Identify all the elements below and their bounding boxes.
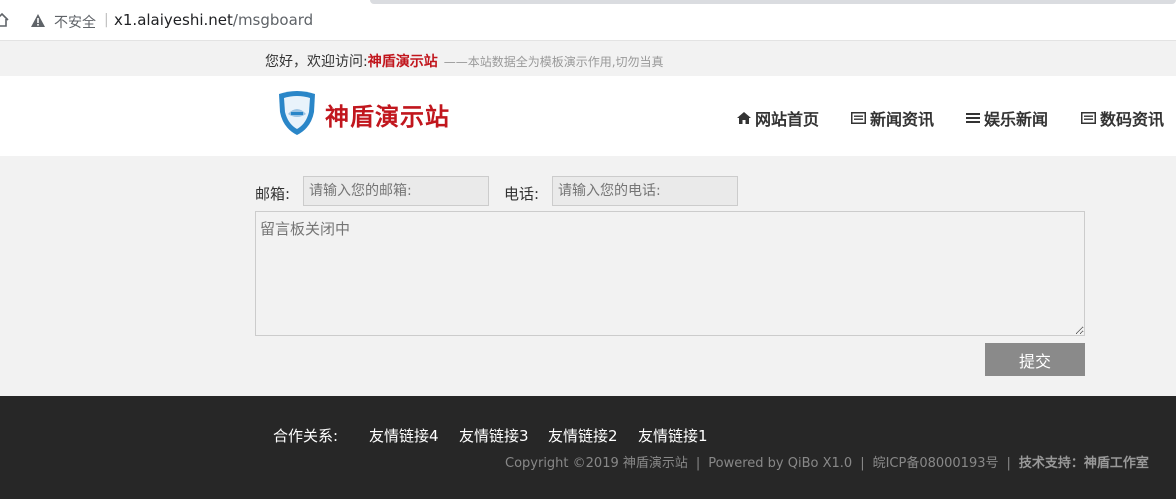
home-icon (737, 112, 751, 124)
message-textarea[interactable] (255, 211, 1085, 336)
list-icon (1081, 112, 1096, 124)
nav-item-label: 网站首页 (755, 110, 820, 129)
phone-input[interactable] (552, 176, 738, 206)
nav-item-label: 新闻资讯 (870, 110, 935, 129)
list-icon (851, 112, 866, 124)
url-path: /msgboard (232, 11, 314, 29)
footer-separator: | (695, 456, 701, 471)
copyright-line: Copyright ©2019 神盾演示站 | Powered by QiBo X1… (505, 452, 1149, 471)
site-footer: 合作关系: 友情链接4 友情链接3 友情链接2 友情链接1 Copyright … (0, 396, 1176, 499)
friend-link[interactable]: 友情链接2 (548, 425, 618, 446)
logo-text[interactable]: 神盾演示站 (325, 97, 450, 132)
browser-address-bar: 不安全 | x1.alaiyeshi.net/msgboard (0, 0, 1176, 41)
browser-tab-strip (370, 0, 1176, 4)
site-header: 神盾演示站 网站首页 新闻资讯 娱乐新闻 数码资讯 (0, 76, 1176, 156)
footer-separator: | (1006, 456, 1011, 471)
email-input[interactable] (303, 176, 489, 206)
nav-item-entertainment[interactable]: 娱乐新闻 (966, 106, 1048, 130)
tech-support-text: 技术支持：神盾工作室 (1018, 456, 1149, 471)
copyright-text: Copyright ©2019 神盾演示站 (505, 456, 688, 471)
welcome-bar: 您好，欢迎访问:神盾演示站 ——本站数据全为模板演示作用,切勿当真 (0, 41, 1176, 76)
menu-icon (966, 113, 980, 123)
home-icon[interactable] (0, 12, 10, 28)
url-field[interactable]: x1.alaiyeshi.net/msgboard (114, 11, 313, 29)
powered-by-text[interactable]: Powered by QiBo X1.0 (708, 456, 852, 471)
insecure-label[interactable]: 不安全 (54, 12, 96, 32)
nav-item-digital[interactable]: 数码资讯 (1081, 106, 1164, 130)
nav-item-label: 娱乐新闻 (984, 110, 1049, 129)
nav-item-label: 数码资讯 (1100, 110, 1165, 129)
icp-text[interactable]: 皖ICP备08000193号 (873, 456, 999, 471)
nav-item-home[interactable]: 网站首页 (737, 106, 819, 130)
url-host: x1.alaiyeshi.net (114, 11, 233, 29)
footer-separator: | (860, 456, 865, 471)
nav-item-news[interactable]: 新闻资讯 (851, 106, 934, 130)
friend-link[interactable]: 友情链接3 (459, 425, 529, 446)
shield-logo-icon[interactable] (277, 90, 317, 136)
url-separator: | (104, 12, 109, 28)
welcome-site-name[interactable]: 神盾演示站 (368, 54, 438, 70)
email-label: 邮箱: (255, 185, 291, 203)
friend-link[interactable]: 友情链接1 (638, 425, 708, 446)
phone-label: 电话: (504, 185, 540, 203)
friend-link[interactable]: 友情链接4 (369, 425, 439, 446)
welcome-note: ——本站数据全为模板演示作用,切勿当真 (443, 55, 664, 69)
submit-button[interactable]: 提交 (985, 343, 1085, 376)
partner-label: 合作关系: (273, 427, 339, 445)
warning-icon[interactable] (31, 14, 45, 27)
welcome-greeting: 您好，欢迎访问: (265, 54, 368, 70)
welcome-text: 您好，欢迎访问:神盾演示站 ——本站数据全为模板演示作用,切勿当真 (265, 51, 664, 71)
